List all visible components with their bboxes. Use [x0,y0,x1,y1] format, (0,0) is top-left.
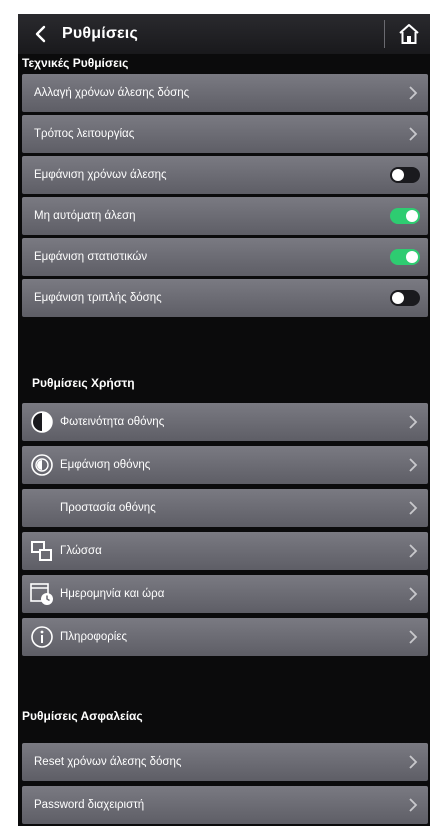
chevron-right-icon [408,754,418,770]
row-label: Γλώσσα [60,545,102,557]
row-label: Εμφάνιση τριπλής δόσης [34,292,162,304]
row-label: Εμφάνιση στατιστικών [34,251,148,263]
row-label: Αλλαγή χρόνων άλεσης δόσης [34,87,190,99]
row-change-grind-times[interactable]: Αλλαγή χρόνων άλεσης δόσης [22,74,428,112]
row-label: Τρόπος λειτουργίας [34,128,135,140]
chevron-right-icon [408,126,418,142]
chevron-right-icon [408,797,418,813]
row-label: Μη αυτόματη άλεση [34,210,136,222]
row-admin-password[interactable]: Password διαχειριστή [22,786,428,824]
row-screen-protection[interactable]: Προστασία οθόνης [22,489,428,527]
row-show-grind-times: Εμφάνιση χρόνων άλεσης [22,156,428,194]
row-screen-brightness[interactable]: Φωτεινότητα οθόνης [22,403,428,441]
calendar-clock-icon [30,582,54,606]
info-icon [30,625,54,649]
row-label: Φωτεινότητα οθόνης [60,416,165,428]
row-language[interactable]: Γλώσσα [22,532,428,570]
section-technical-settings: Τεχνικές Ρυθμίσεις [22,56,129,70]
toggle-knob [392,292,404,304]
top-bar: Ρυθμίσεις [18,14,430,54]
row-date-time[interactable]: Ημερομηνία και ώρα [22,575,428,613]
chevron-right-icon [408,414,418,430]
section-security-settings: Ρυθμίσεις Ασφαλείας [22,709,143,723]
row-label: Εμφάνιση οθόνης [60,459,151,471]
manual-grind-toggle[interactable] [390,208,420,224]
row-label: Πληροφορίες [60,631,128,643]
back-button[interactable] [18,14,62,54]
page-title: Ρυθμίσεις [62,25,138,42]
chevron-right-icon [408,543,418,559]
toggle-knob [392,169,404,181]
row-reset-grind-times[interactable]: Reset χρόνων άλεσης δόσης [22,743,428,781]
row-show-triple-dose: Εμφάνιση τριπλής δόσης [22,279,428,317]
home-button[interactable] [392,18,426,50]
row-label: Προστασία οθόνης [60,502,156,514]
brightness-icon [30,410,54,434]
chevron-right-icon [408,629,418,645]
show-triple-dose-toggle[interactable] [390,290,420,306]
header-divider [384,20,385,48]
show-grind-times-toggle[interactable] [390,167,420,183]
toggle-knob [406,251,418,263]
row-information[interactable]: Πληροφορίες [22,618,428,656]
screensaver-icon [30,496,54,520]
row-show-statistics: Εμφάνιση στατιστικών [22,238,428,276]
language-icon [30,539,54,563]
chevron-right-icon [408,457,418,473]
row-label: Password διαχειριστή [34,799,145,811]
chevron-right-icon [408,500,418,516]
device-frame: Ρυθμίσεις Τεχνικές Ρυθμίσεις Αλλαγή χρόν… [0,0,431,826]
row-operation-mode[interactable]: Τρόπος λειτουργίας [22,115,428,153]
row-screen-display[interactable]: Εμφάνιση οθόνης [22,446,428,484]
chevron-right-icon [408,85,418,101]
chevron-left-icon [35,25,46,43]
home-icon [399,24,419,44]
row-label: Ημερομηνία και ώρα [60,588,165,600]
settings-screen: Ρυθμίσεις Τεχνικές Ρυθμίσεις Αλλαγή χρόν… [18,14,430,826]
show-statistics-toggle[interactable] [390,249,420,265]
chevron-right-icon [408,586,418,602]
section-user-settings: Ρυθμίσεις Χρήστη [32,376,135,390]
toggle-knob [406,210,418,222]
row-manual-grind: Μη αυτόματη άλεση [22,197,428,235]
row-label: Reset χρόνων άλεσης δόσης [34,756,182,768]
row-label: Εμφάνιση χρόνων άλεσης [34,169,167,181]
display-icon [30,453,54,477]
